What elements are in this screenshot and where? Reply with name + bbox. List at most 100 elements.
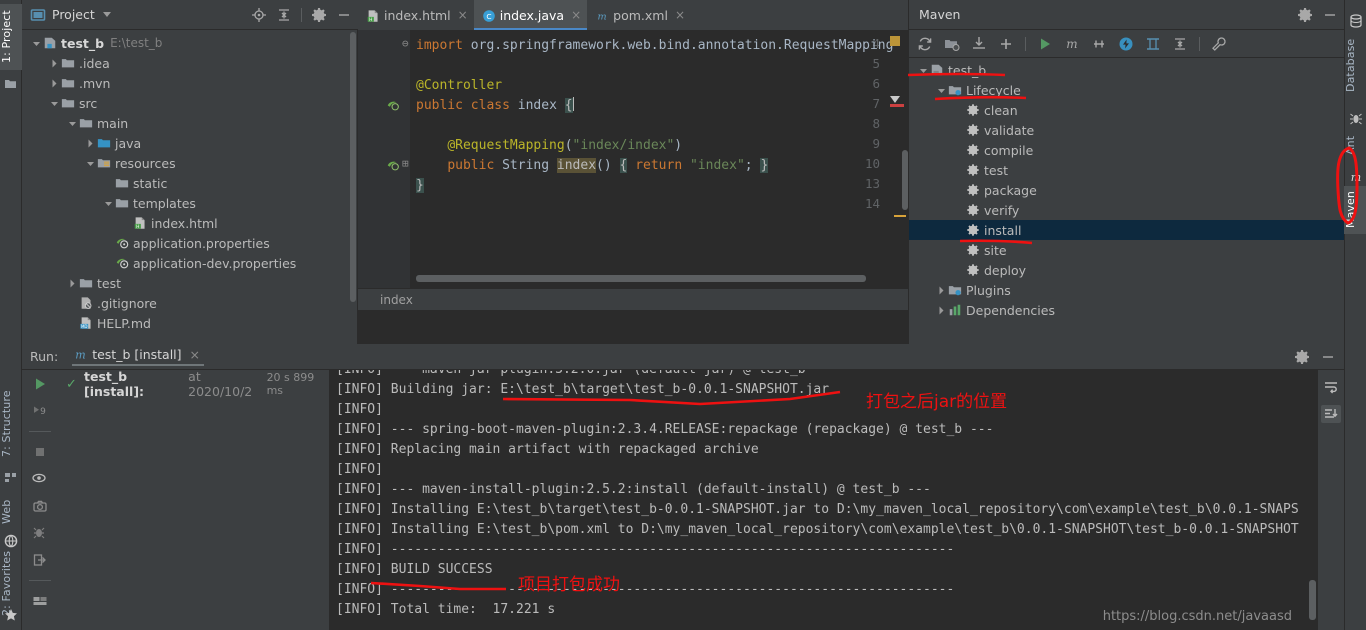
export-icon[interactable] (32, 552, 48, 568)
rail-tab-web[interactable]: Web (0, 492, 22, 532)
rerun-failed-icon[interactable]: 9 (32, 403, 48, 419)
layout-icon[interactable] (32, 593, 48, 609)
generate-sources-icon[interactable] (944, 36, 960, 52)
code-line[interactable]: import org.springframework.web.bind.anno… (416, 36, 893, 56)
chevron-right-icon[interactable] (48, 57, 61, 70)
maven-tree-item[interactable]: deploy (909, 260, 1344, 280)
reload-icon[interactable] (917, 36, 933, 52)
maven-settings-icon[interactable] (1211, 36, 1227, 52)
editor-gutter[interactable] (358, 30, 410, 310)
gear-icon[interactable] (311, 7, 327, 23)
minimize-icon[interactable] (1322, 7, 1338, 23)
project-tree-item[interactable]: static (22, 173, 357, 193)
filter-icon[interactable] (32, 471, 48, 487)
chevron-down-icon[interactable] (84, 157, 97, 170)
code-line[interactable]: public String index() { return "index"; … (416, 156, 769, 176)
project-tree-item[interactable]: main (22, 113, 357, 133)
editor-tab[interactable]: Hindex.html × (358, 0, 474, 30)
add-icon[interactable] (998, 36, 1014, 52)
maven-tree-item[interactable]: Dependencies (909, 300, 1344, 320)
console-scrollbar[interactable] (1309, 580, 1316, 620)
close-icon[interactable]: × (571, 8, 581, 22)
warning-stripe-marker[interactable] (890, 94, 900, 104)
close-icon[interactable]: × (675, 8, 685, 22)
collapse-all-icon[interactable] (276, 7, 292, 23)
maven-tree-item[interactable]: test_b (909, 60, 1344, 80)
project-tree-item[interactable]: java (22, 133, 357, 153)
chevron-down-icon[interactable] (66, 117, 79, 130)
code-editor[interactable]: 4 ⊖ import org.springframework.web.bind.an… (358, 30, 908, 310)
rail-tab-project[interactable]: 1: Project (0, 4, 22, 70)
minimize-icon[interactable] (1320, 349, 1336, 365)
close-icon[interactable]: × (190, 347, 200, 362)
chevron-down-icon[interactable] (48, 97, 61, 110)
debug-icon[interactable] (32, 525, 48, 541)
maven-tree[interactable]: test_b Lifecycle clean validate compile test p… (909, 58, 1344, 320)
editor-horizontal-scrollbar[interactable] (416, 275, 866, 282)
chevron-right-icon[interactable] (935, 284, 948, 297)
rail-tab-maven[interactable]: Maven (1344, 186, 1366, 234)
chevron-right-icon[interactable] (935, 304, 948, 317)
code-line[interactable]: @RequestMapping("index/index") (416, 136, 682, 156)
maven-tree-item[interactable]: Lifecycle (909, 80, 1344, 100)
soft-wrap-icon[interactable] (1321, 378, 1341, 396)
maven-tree-item[interactable]: site (909, 240, 1344, 260)
code-line[interactable]: @Controller (416, 76, 502, 96)
chevron-down-icon[interactable] (102, 197, 115, 210)
rail-tab-ant[interactable]: Ant (1344, 130, 1366, 160)
toggle-skip-tests-icon[interactable] (1091, 36, 1107, 52)
project-tree-item[interactable]: MD HELP.md (22, 313, 357, 333)
spring-bean-icon[interactable] (386, 98, 399, 111)
project-tree[interactable]: test_b E:\test_b .idea .mvn src main java resou… (22, 30, 358, 344)
code-line[interactable]: } (416, 176, 424, 196)
show-dependencies-icon[interactable] (1145, 36, 1161, 52)
maven-tree-item[interactable]: test (909, 160, 1344, 180)
toggle-offline-icon[interactable] (1118, 36, 1134, 52)
maven-tree-item[interactable]: clean (909, 100, 1344, 120)
download-sources-icon[interactable] (971, 36, 987, 52)
chevron-down-icon[interactable] (30, 37, 43, 50)
editor-tab[interactable]: m pom.xml × (587, 0, 691, 30)
code-fold-toggle[interactable]: ⊖ (402, 37, 409, 50)
breadcrumb[interactable]: index (358, 288, 908, 310)
project-tree-item[interactable]: test (22, 273, 357, 293)
project-tree-item[interactable]: application.properties (22, 233, 357, 253)
project-tree-item[interactable]: .gitignore (22, 293, 357, 313)
project-tree-item[interactable]: Hindex.html (22, 213, 357, 233)
collapse-all-icon[interactable] (1172, 36, 1188, 52)
chevron-right-icon[interactable] (84, 137, 97, 150)
code-line[interactable]: public class index { (416, 96, 574, 116)
project-scrollbar[interactable] (350, 32, 356, 302)
maven-tree-item[interactable]: verify (909, 200, 1344, 220)
run-result-row[interactable]: ✓ test_b [install]: at 2020/10/2 20 s 89… (58, 369, 329, 399)
run-icon[interactable] (1037, 36, 1053, 52)
project-tree-item[interactable]: resources (22, 153, 357, 173)
project-tree-item[interactable]: .mvn (22, 73, 357, 93)
rerun-icon[interactable] (32, 376, 48, 392)
maven-tree-item[interactable]: Plugins (909, 280, 1344, 300)
chevron-right-icon[interactable] (48, 77, 61, 90)
locate-icon[interactable] (251, 7, 267, 23)
minimize-icon[interactable] (336, 7, 352, 23)
gear-icon[interactable] (1294, 349, 1310, 365)
error-stripe-red[interactable] (890, 104, 904, 107)
run-tab-test-b-install[interactable]: m test_b [install] × (72, 347, 205, 366)
rail-tab-database[interactable]: Database (1344, 32, 1366, 98)
project-tree-item[interactable]: templates (22, 193, 357, 213)
project-tree-item[interactable]: .idea (22, 53, 357, 73)
chevron-right-icon[interactable] (66, 277, 79, 290)
chevron-down-icon[interactable] (935, 84, 948, 97)
stop-icon[interactable] (32, 444, 48, 460)
scroll-to-end-icon[interactable] (1321, 405, 1341, 423)
print-icon[interactable] (32, 498, 48, 514)
chevron-down-icon[interactable] (102, 12, 111, 17)
code-fold-toggle[interactable]: ⊞ (402, 157, 409, 170)
execute-maven-goal-icon[interactable]: m (1064, 36, 1080, 52)
maven-tree-item[interactable]: install (909, 220, 1344, 240)
chevron-down-icon[interactable] (917, 64, 930, 77)
editor-tab[interactable]: Cindex.java × (473, 0, 588, 30)
spring-bean-icon[interactable] (386, 158, 399, 171)
project-tree-item[interactable]: application-dev.properties (22, 253, 357, 273)
console-output[interactable]: [INFO] maven-jar-plugin:3.2.0:jar (defau… (330, 370, 1318, 630)
run-result-tree[interactable]: ✓ test_b [install]: at 2020/10/2 20 s 89… (58, 369, 330, 630)
